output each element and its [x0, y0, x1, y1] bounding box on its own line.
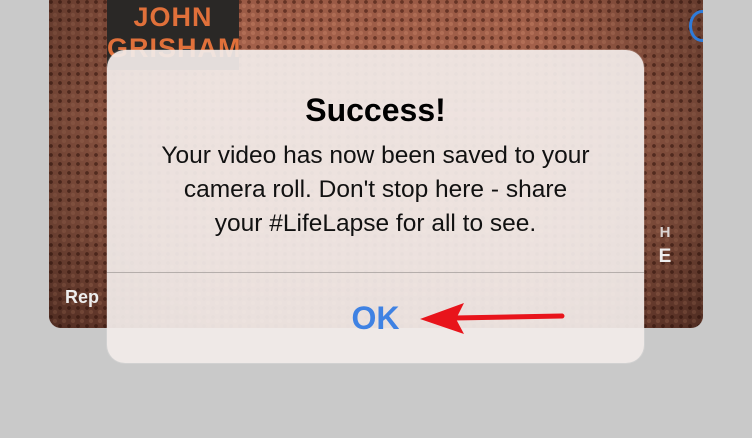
alert-title: Success! — [305, 92, 446, 128]
edge-control-icon — [689, 10, 703, 42]
alert-message: Your video has now been saved to your ca… — [161, 142, 590, 237]
red-arrow-left-icon — [420, 303, 565, 334]
repeat-label: Rep — [65, 287, 100, 307]
side-letter-e: E — [658, 246, 672, 267]
background-side-letters: H E — [655, 222, 675, 270]
side-letter-h: H — [659, 224, 671, 241]
